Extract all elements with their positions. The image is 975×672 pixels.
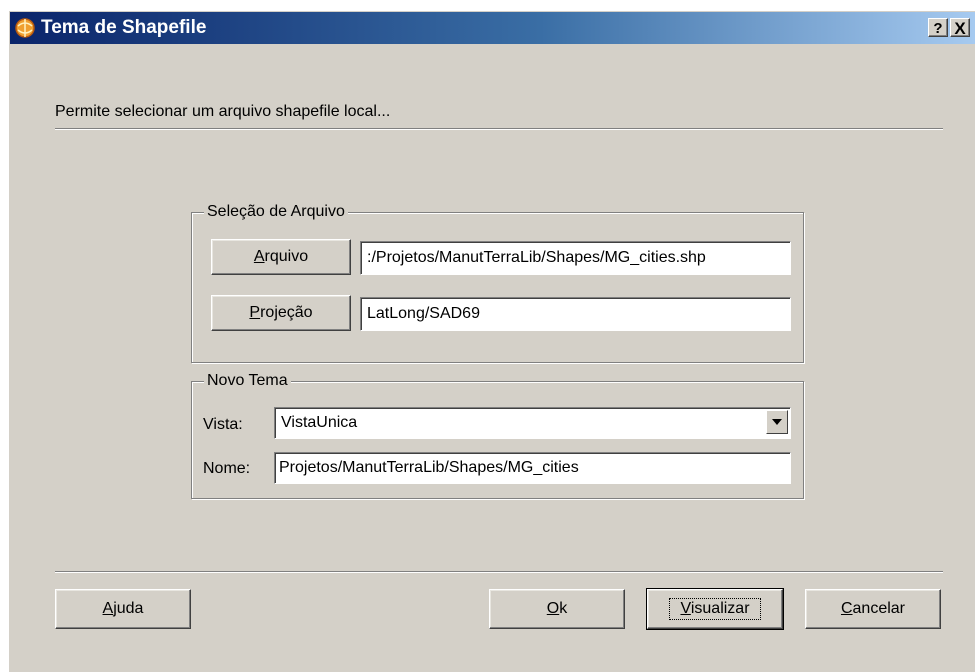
ok-button[interactable]: Ok [489, 589, 625, 629]
nome-label: Nome: [203, 460, 251, 477]
visualizar-mnemonic: V [680, 600, 691, 617]
dialog-window: Tema de Shapefile ? X Permite selecionar… [8, 10, 975, 672]
cancelar-button[interactable]: Cancelar [805, 589, 941, 629]
visualizar-button[interactable]: Visualizar [646, 588, 784, 630]
window-title: Tema de Shapefile [41, 17, 207, 38]
arquivo-label: rquivo [264, 248, 309, 265]
title-bar[interactable]: Tema de Shapefile ? X [10, 12, 975, 44]
vista-combobox[interactable]: VistaUnica [274, 407, 791, 439]
dialog-description: Permite selecionar um arquivo shapefile … [55, 103, 391, 120]
cancelar-label: ancelar [852, 600, 906, 617]
chevron-down-icon [772, 419, 782, 425]
file-selection-legend: Seleção de Arquivo [204, 202, 348, 222]
help-title-button[interactable]: ? [928, 18, 948, 37]
top-divider [55, 128, 943, 130]
projecao-label: rojeção [260, 304, 313, 321]
visualizar-focus-rect: Visualizar [669, 598, 761, 620]
vista-value: VistaUnica [281, 414, 358, 431]
ajuda-button[interactable]: Ajuda [55, 589, 191, 629]
new-theme-legend: Novo Tema [204, 371, 291, 391]
projecao-button[interactable]: Projeção [211, 295, 351, 331]
app-icon [15, 18, 35, 38]
nome-field[interactable]: Projetos/ManutTerraLib/Shapes/MG_cities [274, 452, 791, 484]
ajuda-label: juda [113, 600, 144, 617]
visualizar-label: isualizar [690, 600, 750, 617]
ok-label: k [559, 600, 568, 617]
ok-mnemonic: O [546, 600, 560, 617]
file-selection-group: Seleção de Arquivo [191, 202, 804, 363]
cancelar-mnemonic: C [840, 600, 853, 617]
arquivo-button[interactable]: Arquivo [211, 239, 351, 275]
ajuda-mnemonic: A [102, 600, 114, 617]
bottom-divider [55, 571, 943, 573]
vista-dropdown-button[interactable] [766, 410, 788, 434]
projecao-mnemonic: P [249, 304, 261, 321]
arquivo-mnemonic: A [253, 248, 265, 265]
close-button[interactable]: X [950, 18, 970, 38]
vista-label: Vista: [203, 416, 243, 433]
arquivo-path-field[interactable]: :/Projetos/ManutTerraLib/Shapes/MG_citie… [360, 241, 791, 275]
projecao-field[interactable]: LatLong/SAD69 [360, 297, 791, 331]
